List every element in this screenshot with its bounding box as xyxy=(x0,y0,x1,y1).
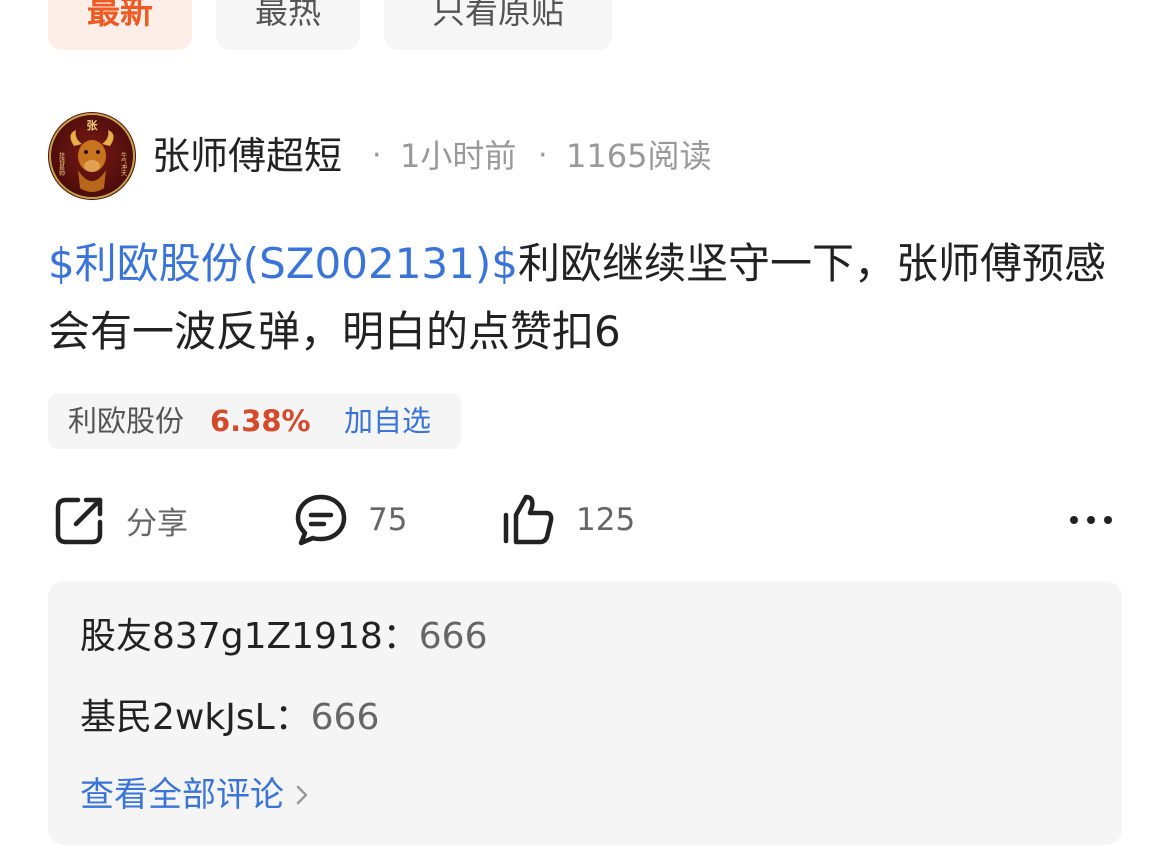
share-button[interactable]: 分享 xyxy=(54,490,188,550)
comment-icon xyxy=(295,494,347,546)
view-all-comments-link[interactable]: 查看全部评论 xyxy=(80,774,310,816)
avatar-side-left: 挂钱是帅 xyxy=(58,151,65,177)
like-button[interactable]: 125 xyxy=(500,490,635,550)
comment-item[interactable]: 股友837g1Z1918：666 xyxy=(80,615,487,659)
avatar[interactable]: 张 挂钱是帅 牛气冲天 xyxy=(48,112,136,200)
chevron-right-icon xyxy=(296,785,308,805)
bull-avatar-icon: 张 挂钱是帅 牛气冲天 xyxy=(49,113,135,199)
tab-hottest[interactable]: 最热 xyxy=(216,0,360,50)
tab-latest[interactable]: 最新 xyxy=(48,0,192,50)
more-dots-icon xyxy=(1070,516,1112,524)
comment-button[interactable]: 75 xyxy=(294,490,407,550)
read-count: 1165阅读 xyxy=(566,137,712,175)
add-watchlist-button[interactable]: 加自选 xyxy=(344,403,431,439)
author-name[interactable]: 张师傅超短 xyxy=(152,132,342,180)
avatar-side-right: 牛气冲天 xyxy=(120,151,127,177)
comment-user[interactable]: 股友837g1Z1918 xyxy=(80,616,383,657)
comment-user[interactable]: 基民2wkJsL xyxy=(80,697,275,738)
comment-colon: ： xyxy=(382,616,419,657)
post-content: $利欧股份(SZ002131)$利欧继续坚守一下，张师傅预感会有一波反弹，明白的… xyxy=(48,230,1123,366)
more-options-button[interactable] xyxy=(1066,505,1116,535)
comments-preview: 股友837g1Z1918：666 基民2wkJsL：666 查看全部评论 xyxy=(48,581,1122,845)
comment-item[interactable]: 基民2wkJsL：666 xyxy=(80,696,379,740)
stock-chip[interactable]: 利欧股份 6.38% 加自选 xyxy=(48,393,461,449)
stock-tag-link[interactable]: $利欧股份(SZ002131)$ xyxy=(48,239,518,288)
view-all-label: 查看全部评论 xyxy=(80,775,284,815)
comment-count: 75 xyxy=(368,502,408,538)
post-time: 1小时前 xyxy=(400,137,517,175)
meta-separator: · xyxy=(372,138,382,173)
share-label: 分享 xyxy=(126,505,188,542)
comment-colon: ： xyxy=(274,697,311,738)
avatar-char: 张 xyxy=(87,118,99,132)
comment-text: 666 xyxy=(418,616,488,657)
stock-change: 6.38% xyxy=(210,404,311,438)
tab-original-only[interactable]: 只看原贴 xyxy=(384,0,612,50)
post-detail-page: 最新 最热 只看原贴 张 挂钱是帅 牛气冲天 张师傅超短 · 1小时前 · 11… xyxy=(0,0,1170,853)
meta-separator: · xyxy=(538,138,548,173)
like-count: 125 xyxy=(576,502,636,538)
comment-text: 666 xyxy=(310,697,380,738)
share-icon xyxy=(55,497,103,545)
thumbs-up-icon xyxy=(503,494,554,545)
stock-name: 利欧股份 xyxy=(68,404,185,438)
